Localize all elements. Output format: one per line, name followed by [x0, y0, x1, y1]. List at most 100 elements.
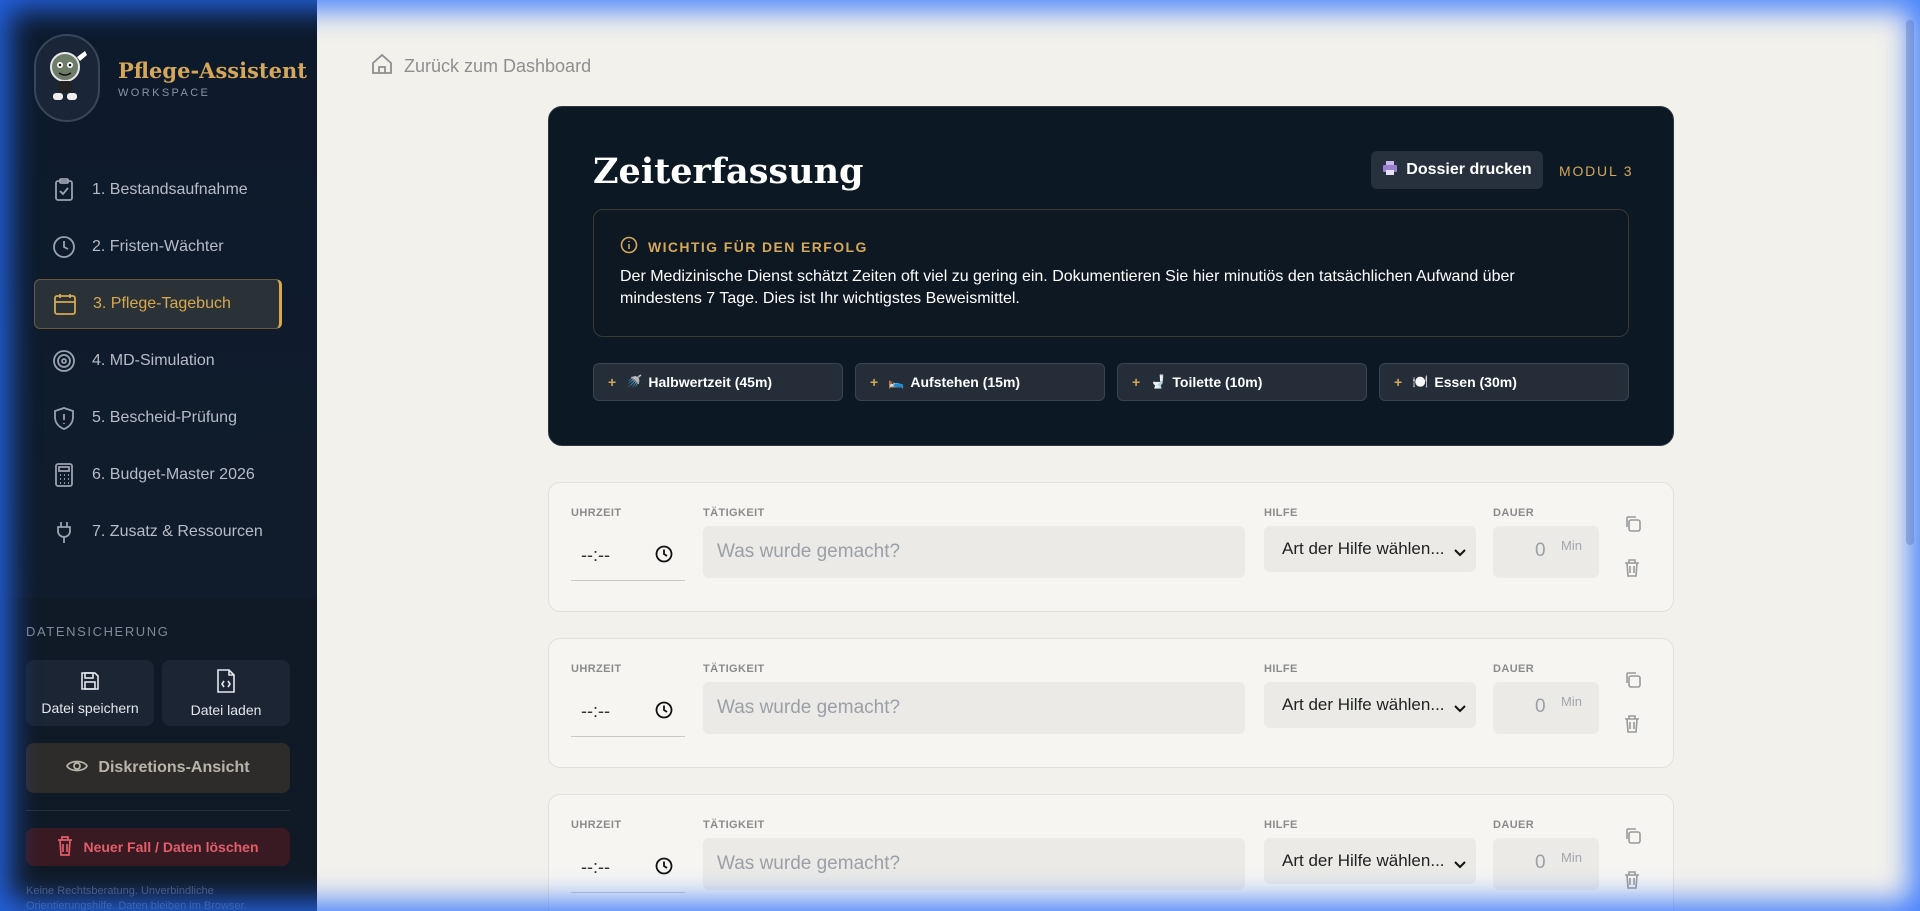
nav-label: 2. Fristen-Wächter: [92, 238, 224, 255]
copy-icon[interactable]: [1624, 671, 1642, 694]
time-value: --:--: [581, 701, 610, 721]
delete-data-button[interactable]: Neuer Fall / Daten löschen: [26, 828, 290, 866]
time-label: UHRZEIT: [571, 663, 622, 675]
duration-input[interactable]: 0 Min: [1493, 682, 1599, 734]
time-input[interactable]: --:--: [571, 843, 685, 893]
notice-title: WICHTIG FÜR DEN ERFOLG: [648, 238, 868, 255]
activity-input[interactable]: Was wurde gemacht?: [703, 526, 1245, 578]
help-label: HILFE: [1264, 819, 1298, 831]
trash-icon[interactable]: [1624, 871, 1640, 894]
activity-input[interactable]: Was wurde gemacht?: [703, 838, 1245, 890]
plus-icon: +: [1132, 374, 1141, 390]
print-label: Dossier drucken: [1406, 161, 1532, 178]
home-icon: [370, 52, 394, 81]
time-input[interactable]: --:--: [571, 531, 685, 581]
backup-section: DATENSICHERUNG Datei speichern Datei lad…: [0, 598, 317, 911]
copy-icon[interactable]: [1624, 827, 1642, 850]
time-input[interactable]: --:--: [571, 687, 685, 737]
quick-add-toilette[interactable]: + 🚽 Toilette (10m): [1117, 363, 1367, 401]
backup-title: DATENSICHERUNG: [26, 624, 170, 639]
chevron-down-icon: [1454, 854, 1466, 874]
disclaimer-text: Keine Rechtsberatung. Unverbindliche Ori…: [26, 885, 247, 911]
activity-placeholder: Was wurde gemacht?: [717, 541, 901, 562]
clock-icon[interactable]: [655, 545, 673, 568]
duration-unit: Min: [1561, 694, 1582, 709]
duration-input[interactable]: 0 Min: [1493, 838, 1599, 890]
bed-icon: 🛌: [888, 374, 905, 389]
scrollbar[interactable]: [1904, 0, 1914, 911]
nav-item-bescheid-pruefung[interactable]: 5. Bescheid-Prüfung: [34, 393, 282, 443]
module-badge: MODUL 3: [1559, 163, 1634, 179]
clock-icon[interactable]: [655, 857, 673, 880]
page-title: Zeiterfassung: [593, 151, 864, 192]
trash-icon[interactable]: [1624, 715, 1640, 738]
quick-add-label: Halbwertzeit (45m): [648, 374, 773, 390]
printer-icon: [1382, 160, 1398, 181]
discretion-label: Diskretions-Ansicht: [98, 759, 250, 776]
nav-item-fristen-waechter[interactable]: 2. Fristen-Wächter: [34, 222, 282, 272]
help-type-select[interactable]: Art der Hilfe wählen...: [1264, 682, 1476, 728]
plus-icon: +: [870, 374, 879, 390]
time-tracking-panel: Zeiterfassung Dossier drucken MODUL 3 WI…: [548, 106, 1674, 446]
nav-label: 1. Bestandsaufnahme: [92, 181, 248, 198]
nav-item-zusatz-ressourcen[interactable]: 7. Zusatz & Ressourcen: [34, 507, 282, 557]
nav-item-budget-master[interactable]: 6. Budget-Master 2026: [34, 450, 282, 500]
quick-add-halbwertzeit[interactable]: + 🚿 Halbwertzeit (45m): [593, 363, 843, 401]
help-select-value: Art der Hilfe wählen...: [1282, 539, 1445, 558]
nav-item-bestandsaufnahme[interactable]: 1. Bestandsaufnahme: [34, 165, 282, 215]
file-code-icon: [216, 668, 236, 696]
time-label: UHRZEIT: [571, 819, 622, 831]
activity-input[interactable]: Was wurde gemacht?: [703, 682, 1245, 734]
help-label: HILFE: [1264, 507, 1298, 519]
time-value: --:--: [581, 545, 610, 565]
nav-label: 3. Pflege-Tagebuch: [93, 295, 231, 312]
load-file-button[interactable]: Datei laden: [162, 660, 290, 726]
plate-icon: 🍽️: [1412, 374, 1429, 389]
shield-alert-icon: [52, 406, 76, 430]
scrollbar-thumb[interactable]: [1906, 20, 1914, 545]
help-type-select[interactable]: Art der Hilfe wählen...: [1264, 526, 1476, 572]
brand[interactable]: Pflege-Assistent WORKSPACE: [34, 34, 307, 122]
calculator-icon: [52, 463, 76, 487]
back-to-dashboard-link[interactable]: Zurück zum Dashboard: [370, 52, 591, 81]
nav-item-pflege-tagebuch[interactable]: 3. Pflege-Tagebuch: [34, 279, 282, 329]
clock-icon[interactable]: [655, 701, 673, 724]
duration-input[interactable]: 0 Min: [1493, 526, 1599, 578]
eye-icon: [66, 758, 89, 779]
plus-icon: +: [1394, 374, 1403, 390]
sidebar: Pflege-Assistent WORKSPACE 1. Bestandsau…: [0, 0, 317, 911]
target-icon: [52, 349, 76, 373]
quick-add-essen[interactable]: + 🍽️ Essen (30m): [1379, 363, 1629, 401]
quick-add-aufstehen[interactable]: + 🛌 Aufstehen (15m): [855, 363, 1105, 401]
duration-unit: Min: [1561, 538, 1582, 553]
save-file-button[interactable]: Datei speichern: [26, 660, 154, 726]
activity-label: TÄTIGKEIT: [703, 819, 765, 831]
help-label: HILFE: [1264, 663, 1298, 675]
shower-icon: 🚿: [626, 374, 643, 389]
duration-unit: Min: [1561, 850, 1582, 865]
trash-icon: [57, 835, 73, 859]
activity-placeholder: Was wurde gemacht?: [717, 697, 901, 718]
duration-label: DAUER: [1493, 819, 1535, 831]
activity-label: TÄTIGKEIT: [703, 663, 765, 675]
quick-add-label: Toilette (10m): [1172, 374, 1263, 390]
trash-icon[interactable]: [1624, 559, 1640, 582]
duration-label: DAUER: [1493, 663, 1535, 675]
chevron-down-icon: [1454, 698, 1466, 718]
discretion-view-button[interactable]: Diskretions-Ansicht: [26, 743, 290, 793]
nav-item-md-simulation[interactable]: 4. MD-Simulation: [34, 336, 282, 386]
duration-label: DAUER: [1493, 507, 1535, 519]
nav-label: 4. MD-Simulation: [92, 352, 215, 369]
time-label: UHRZEIT: [571, 507, 622, 519]
brand-title: Pflege-Assistent: [118, 57, 307, 83]
help-select-value: Art der Hilfe wählen...: [1282, 695, 1445, 714]
save-file-label: Datei speichern: [41, 699, 139, 716]
copy-icon[interactable]: [1624, 515, 1642, 538]
print-dossier-button[interactable]: Dossier drucken: [1371, 151, 1543, 189]
help-type-select[interactable]: Art der Hilfe wählen...: [1264, 838, 1476, 884]
calendar-icon: [53, 292, 77, 316]
toilet-icon: 🚽: [1150, 374, 1167, 389]
time-entry-card: UHRZEIT TÄTIGKEIT HILFE DAUER --:-- Was …: [548, 794, 1674, 911]
duration-value: 0: [1535, 852, 1546, 873]
plug-icon: [52, 520, 76, 544]
